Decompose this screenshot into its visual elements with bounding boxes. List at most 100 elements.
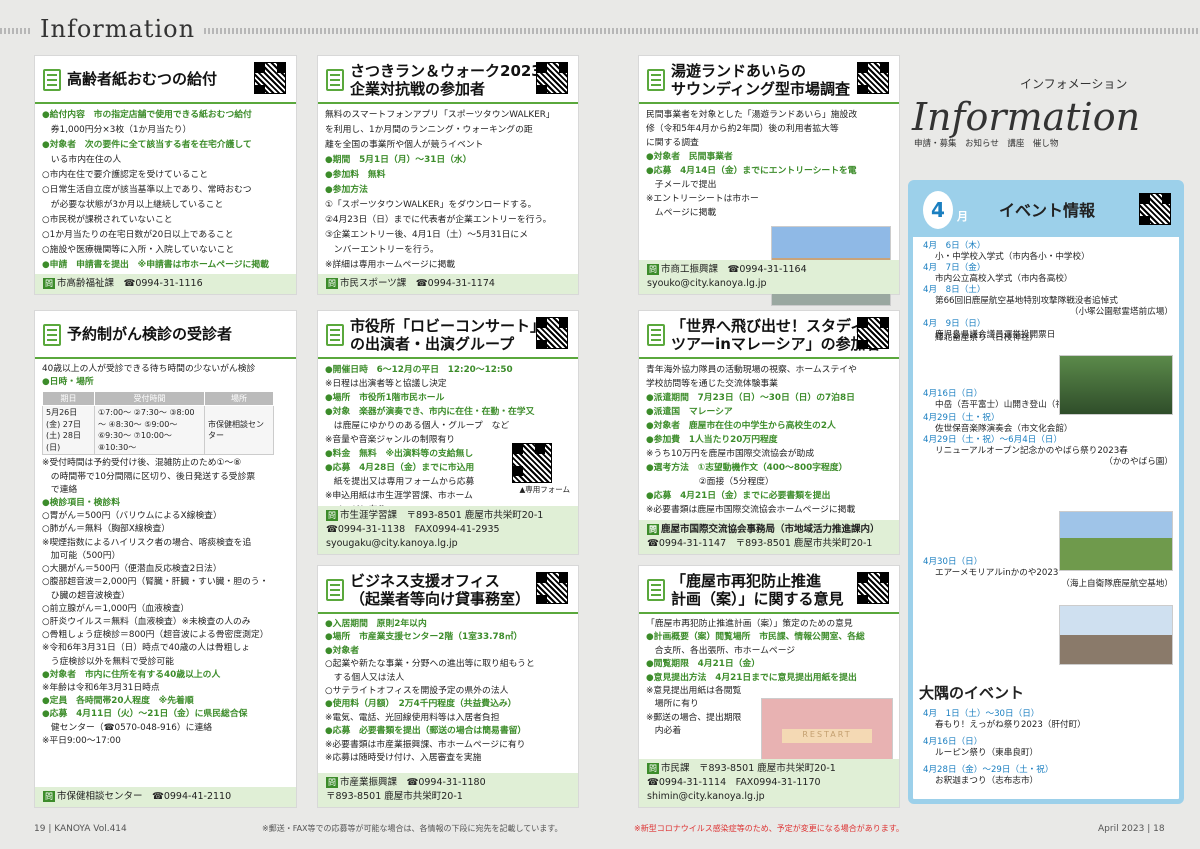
body-line: ●応募 必要書類を提出（郵送の場合は簡易書留） — [325, 726, 527, 737]
card-body-lines: ※受付時間は予約受付け後、混雑防止のため①～⑧ の時間帯で10分間隔に区切り、後… — [42, 457, 289, 747]
event-date: 4月 9日（日） — [923, 319, 986, 329]
contact-text: 市高齢福祉課 ☎0994-31-1116 — [57, 278, 203, 289]
body-line: ●閲覧期限 4月21日（金） — [646, 659, 761, 670]
body-line: を利用し、1か月間のランニング・ウォーキングの距 — [325, 125, 533, 135]
body-line: ●応募 4月14日（金）までにエントリーシートを電 — [646, 166, 857, 176]
body-line: ●参加費 1人当たり20万円程度 — [646, 435, 778, 445]
qr-code-icon[interactable] — [857, 572, 889, 604]
dept-icon: 問 — [647, 264, 659, 275]
body-line: ●開催日時 6～12月の平日 12:20～12:50 — [325, 365, 513, 375]
body-line: ●申請 申請書を提出 ※申請書は市ホームページに掲載 — [42, 260, 269, 270]
card-footer: 問市生涯学習課 〒893-8501 鹿屋市共栄町20-1 ☎0994-31-113… — [318, 506, 578, 554]
body-line: ※令和6年3月31日（日）時点で40歳の人は骨粗しょ — [42, 643, 251, 654]
form-icon — [647, 579, 665, 601]
title-line: 計画（案）」に関する意見 — [671, 590, 844, 608]
body-line: 健センター（☎0570-048-916）に連絡 — [42, 722, 213, 733]
event-title: 小・中学校入学式（市内各小・中学校） — [935, 252, 1090, 262]
body-line: ●対象者 — [325, 645, 360, 656]
body-line: ●応募 4月21日（金）までに必要書類を提出 — [646, 491, 831, 501]
body-line: 民間事業者を対象とした「湯遊ランドあいら」施設改 — [646, 110, 858, 120]
card-title: 「世界へ飛び出せ！スタディ ツアーinマレーシア」の参加者 — [671, 317, 881, 353]
phone-text: ☎0994-31-1114 FAX0994-31-1170 — [647, 777, 821, 788]
event-title: 佐世保音楽隊演奏会（市文化会館） — [935, 424, 1073, 434]
body-line: ※意見提出用紙は各閲覧 — [646, 686, 742, 697]
card-body: 40歳以上の人が受診できる待ち時間の少ないがん検診 ●日時・場所 期日 受付時間場… — [35, 363, 296, 748]
title-line: ツアーinマレーシア」の参加者 — [671, 335, 881, 353]
qr-code-icon[interactable] — [536, 572, 568, 604]
card-footer: 問市保健相談センター ☎0994-41-2110 — [35, 787, 296, 807]
body-line: 合支所、各出張所、市ホームページ — [646, 645, 796, 656]
title-line: サウンディング型市場調査 — [671, 80, 850, 98]
body-line: ○1か月当たりの在宅日数が20日以上であること — [42, 230, 234, 240]
body-line: ②4月23日（日）までに代表者が企業エントリーを行う。 — [325, 215, 552, 225]
body-line: ※必要書類は市産業振興課、市ホームページに有り — [325, 739, 526, 750]
schedule-label: ●日時・場所 — [42, 376, 94, 387]
body-line: ※受付時間は予約受付け後、混雑防止のため①～⑧ — [42, 458, 242, 469]
card-lobby-concert: 市役所「ロビーコンサート」 の出演者・出演グループ ●開催日時 6～12月の平日 … — [317, 310, 579, 555]
body-line: ※電気、電話、光回線使用料等は入居者負担 — [325, 712, 500, 723]
qr-code-icon[interactable] — [1139, 193, 1171, 225]
restart-photo: RESTART — [761, 698, 893, 760]
event-item: 4月29日（土・祝）～6月4日（日） リニューアルオープン記念かのやばら祭り202… — [923, 435, 1173, 467]
rose-garden-photo — [1059, 511, 1173, 571]
body-line: ①「スポーツタウンWALKER」をダウンロードする。 — [325, 200, 537, 210]
event-item: 4月 6日（木） 小・中学校入学式（市内各小・中学校） — [923, 241, 1173, 263]
qr-code-icon[interactable] — [857, 317, 889, 349]
osumi-item: 4月16日（日） ルーピン祭り（東串良町） — [923, 737, 1038, 759]
event-heading: イベント情報 — [999, 201, 1096, 220]
body-line: ●対象者 鹿屋市在住の中学生から高校生の2人 — [646, 421, 836, 431]
card-title: ビジネス支援オフィス （起業者等向け貸事務室） — [350, 572, 530, 608]
title-line: さつきラン＆ウォーク2023 — [350, 62, 542, 80]
body-line: ○市内在住で要介護認定を受けていること — [42, 170, 209, 180]
dept-icon: 問 — [43, 278, 55, 289]
card-body: 民間事業者を対象とした「湯遊ランドあいら」施設改 修（令和5年4月から約2年間）後… — [639, 108, 899, 220]
page-number-left: 19 | KANOYA Vol.414 — [34, 824, 127, 834]
qr-code-icon[interactable] — [536, 317, 568, 349]
event-venue: （小塚公園慰霊塔前広場） — [1069, 307, 1173, 317]
event-title: 市内公立高校入学式（市内各高校） — [935, 274, 1073, 284]
body-line: ひ臓の超音波検査） — [42, 590, 130, 601]
card-title: さつきラン＆ウォーク2023 企業対抗戦の参加者 — [350, 62, 542, 98]
qr-code-icon[interactable] — [536, 62, 568, 94]
cell-date: 5月26日(金) 27日(土) 28日(日) — [42, 405, 95, 456]
card-body: 青年海外協力隊員の活動現場の視察、ホームステイや 学校訪問等を通じた交流体験事業 ●… — [639, 363, 899, 517]
category-legend: 申請・募集 お知らせ 講座 催し物 — [914, 139, 1059, 149]
title-line: 湯遊ランドあいらの — [671, 62, 807, 80]
body-line: ②面接（5分程度） — [646, 477, 774, 487]
email-text: syouko@city.kanoya.lg.jp — [647, 278, 767, 289]
body-line: ○日常生活自立度が該当基準以上であり、常時おむつ — [42, 185, 252, 195]
card-study-tour: 「世界へ飛び出せ！スタディ ツアーinマレーシア」の参加者 青年海外協力隊員の活動… — [638, 310, 900, 555]
th-place: 場所 — [204, 390, 274, 407]
event-item: 4月 8日（土） 第66回旧鹿屋航空基地特別攻撃隊戦没者追悼式 （小塚公園慰霊塔前広… — [923, 285, 1173, 317]
dept-icon: 問 — [647, 524, 659, 535]
qr-code-icon[interactable] — [857, 62, 889, 94]
address-text: 〒893-8501 鹿屋市共栄町20-1 — [326, 791, 463, 802]
card-footer: 問市民課 〒893-8501 鹿屋市共栄町20-1 ☎0994-31-1114 F… — [639, 759, 899, 807]
body-line: ●場所 市役所1階市民ホール — [325, 393, 445, 403]
body-line: ●入居期間 原則2年以内 — [325, 619, 427, 629]
body-line: ●応募 4月11日（火）～21日（金）に県民総合保 — [42, 709, 248, 720]
body-line: 学校訪問等を通じた交流体験事業 — [646, 379, 778, 389]
body-line: ●定員 各時間帯20人程度 ※先着順 — [42, 696, 194, 707]
body-line: ○サテライトオフィスを開設予定の県外の法人 — [325, 686, 509, 697]
body-line: 修（令和5年4月から約2年間）後の利用者拡大等 — [646, 124, 839, 134]
event-date: 4月 8日（土） — [923, 285, 986, 295]
event-date: 4月16日（日） — [923, 737, 983, 747]
event-date: 4月 1日（土）～30日（日） — [923, 709, 1040, 719]
qr-code-icon[interactable] — [254, 62, 286, 94]
phone-text: ☎0994-31-1147 〒893-8501 鹿屋市共栄町20-1 — [647, 538, 873, 549]
body-line: に関する調査 — [646, 138, 699, 148]
body-line: ○市民税が課税されていないこと — [42, 215, 173, 225]
contact-text: 市産業振興課 ☎0994-31-1180 — [340, 777, 486, 788]
body-line: ○起業や新たな事業・分野への進出等に取り組もうと — [325, 659, 535, 670]
body-line: ●対象者 市内に住所を有する40歳以上の人 — [42, 669, 221, 680]
body-line: 離を全国の事業所や個人が競うイベント — [325, 140, 484, 150]
form-qr-icon[interactable] — [512, 443, 552, 483]
osumi-item: 4月 1日（土）～30日（日） 春もり！えっがね祭り2023（肝付町） — [923, 709, 1086, 731]
body-line: ○施設や医療機関等に入所・入院していないこと — [42, 245, 235, 255]
event-date: 4月29日（土・祝）～6月4日（日） — [923, 435, 1063, 445]
body-line: が必要な状態が3か月以上継続していること — [42, 200, 224, 210]
event-header: 4 月 イベント情報 — [913, 185, 1179, 237]
card-title: 湯遊ランドあいらの サウンディング型市場調査 — [671, 62, 850, 98]
information-logo: インフォメーション Information 申請・募集 お知らせ 講座 催し物 — [912, 30, 1192, 170]
